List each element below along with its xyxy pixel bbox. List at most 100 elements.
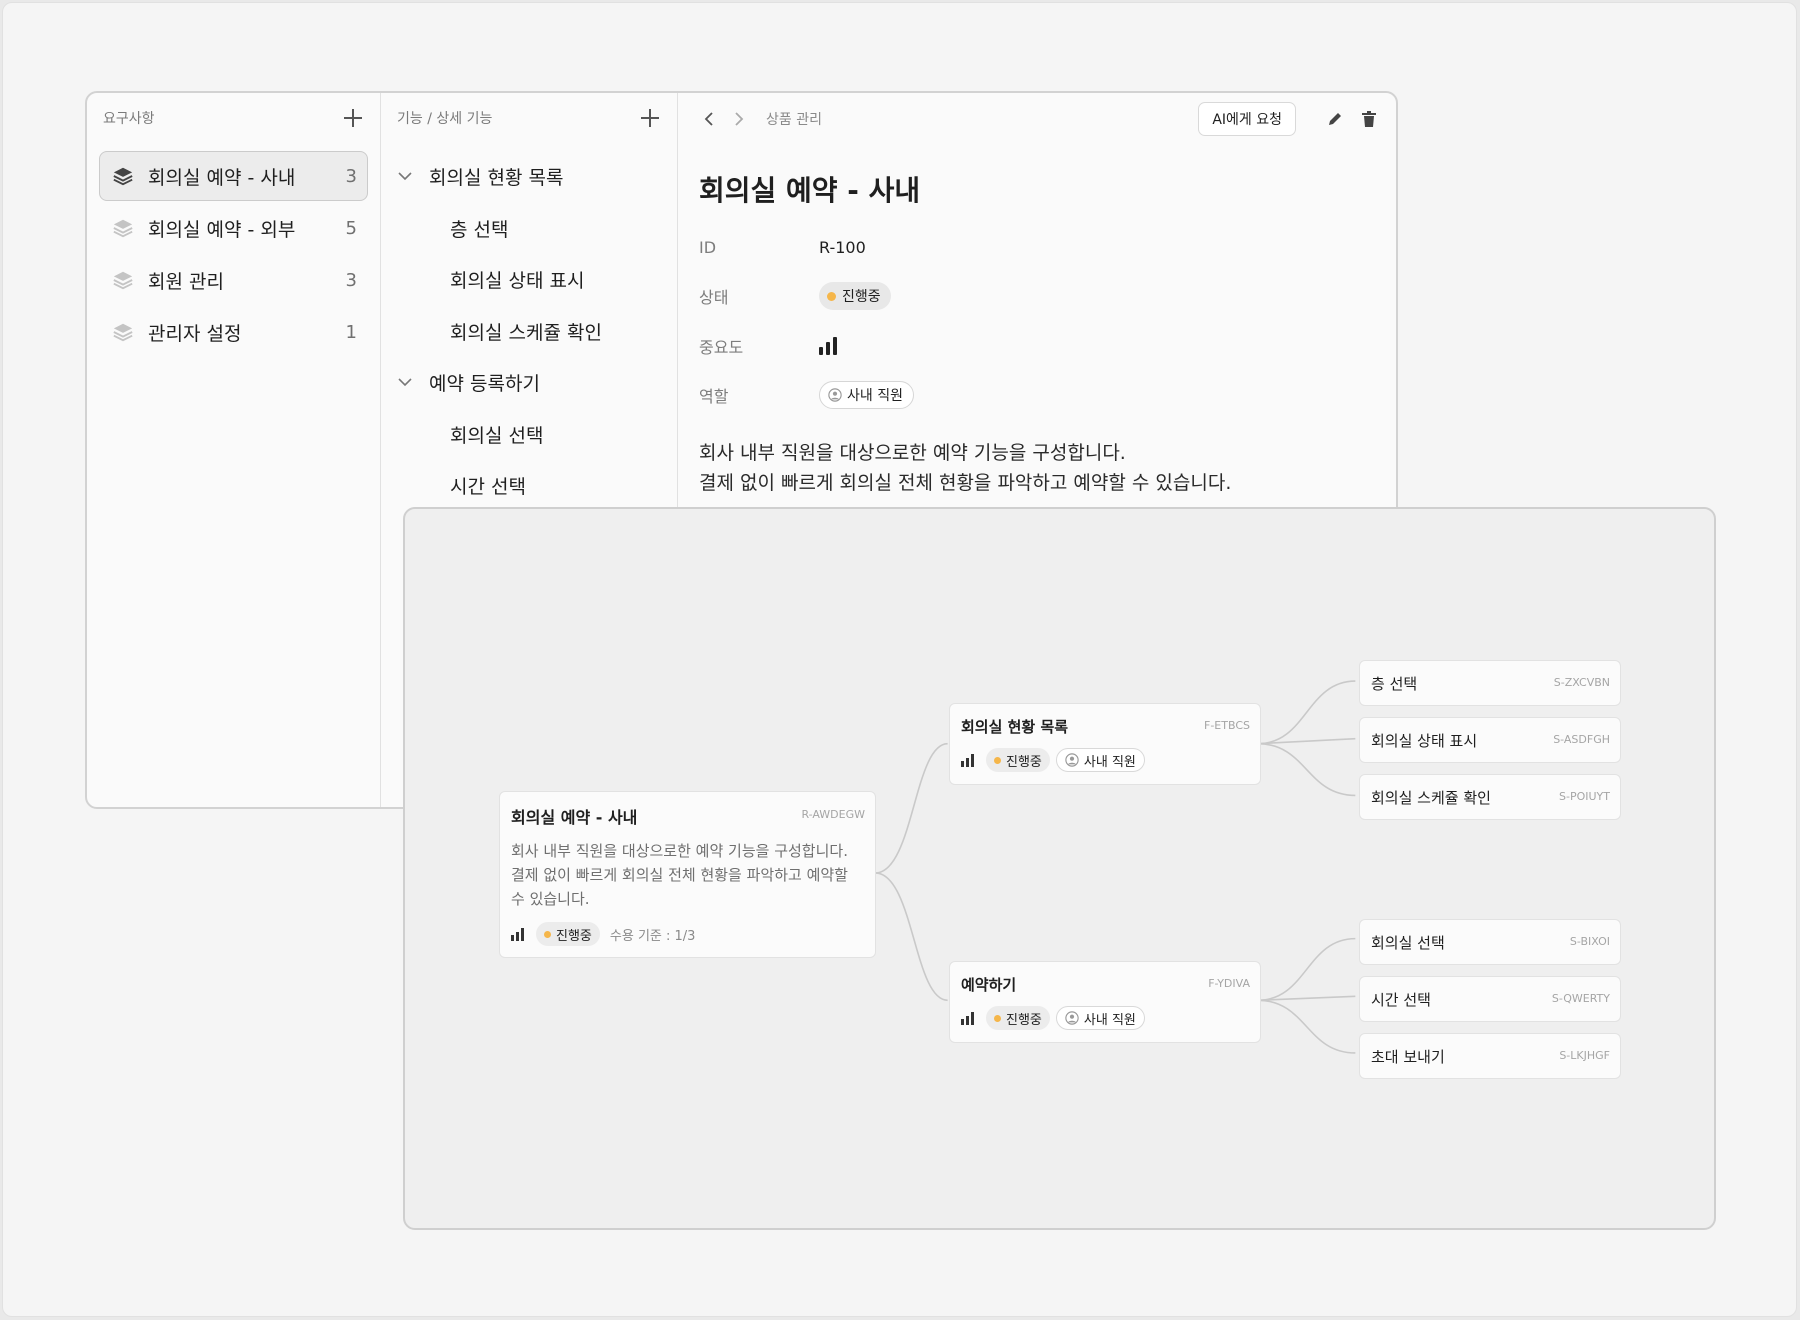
status-text: 진행중: [1006, 754, 1042, 770]
layers-icon: [113, 167, 133, 186]
requirements-panel: 요구사항 회의실 예약 - 사내 3 회의실 예약 - 외부 5 회원 관리 3…: [87, 93, 381, 807]
feature-group-row[interactable]: 예약 등록하기: [397, 357, 661, 409]
breadcrumb[interactable]: 상품 관리: [766, 109, 822, 129]
user-icon: [1065, 1011, 1079, 1025]
subfeature-row[interactable]: 회의실 상태 표시: [397, 254, 661, 306]
requirement-count: 3: [345, 269, 357, 291]
node-title: 층 선택: [1371, 675, 1418, 693]
subfeature-node-card[interactable]: 초대 보내기 S-LKJHGF: [1359, 1033, 1621, 1079]
node-title: 예약하기: [961, 976, 1017, 994]
feature-node-card[interactable]: 회의실 현황 목록 F-ETBCS 진행중 사내 직원: [949, 703, 1261, 785]
node-meta: 진행중 수용 기준 : 1/3: [511, 922, 695, 946]
field-status: 상태 진행중: [699, 280, 891, 312]
feature-mindmap-panel: 회의실 예약 - 사내 R-AWDEGW 회사 내부 직원을 대상으로한 예약 …: [403, 507, 1716, 1230]
trash-icon[interactable]: [1358, 108, 1380, 130]
requirement-item[interactable]: 관리자 설정 1: [99, 307, 368, 357]
back-arrow-icon[interactable]: [698, 108, 720, 130]
status-badge[interactable]: 진행중: [819, 282, 891, 310]
status-text: 진행중: [556, 928, 592, 944]
subfeature-label: 회의실 스케쥴 확인: [450, 321, 602, 344]
connector-line: [874, 872, 948, 1002]
subfeature-node-card[interactable]: 회의실 선택 S-BIXOI: [1359, 919, 1621, 965]
connector-line: [1257, 680, 1356, 745]
subfeature-row[interactable]: 시간 선택: [397, 460, 661, 512]
status-dot: [544, 930, 551, 938]
chevron-down-icon[interactable]: [397, 169, 413, 185]
subfeature-node-card[interactable]: 회의실 스케쥴 확인 S-POIUYT: [1359, 774, 1621, 820]
status-badge: 진행중: [536, 922, 600, 946]
node-code: S-BIXOI: [1569, 935, 1610, 948]
features-tree: 회의실 현황 목록 층 선택 회의실 상태 표시 회의실 스케쥴 확인 예약 등…: [397, 151, 661, 512]
subfeature-row[interactable]: 회의실 선택: [397, 409, 661, 461]
role-text: 사내 직원: [1083, 1012, 1136, 1028]
requirement-item[interactable]: 회원 관리 3: [99, 255, 368, 305]
node-title: 회의실 예약 - 사내: [511, 808, 638, 827]
layers-icon: [113, 219, 133, 238]
user-icon: [1065, 753, 1079, 767]
detail-title: 회의실 예약 - 사내: [699, 174, 921, 207]
requirement-item[interactable]: 회의실 예약 - 사내 3: [99, 151, 368, 201]
status-dot: [994, 756, 1001, 764]
status-dot: [827, 291, 836, 301]
node-title: 회의실 현황 목록: [961, 718, 1069, 736]
subfeature-label: 시간 선택: [450, 476, 526, 499]
add-requirement-icon[interactable]: [342, 107, 364, 129]
requirement-item[interactable]: 회의실 예약 - 외부 5: [99, 203, 368, 253]
detail-toolbar: 상품 관리 AI에게 요청: [698, 99, 1380, 139]
subfeature-node-card[interactable]: 시간 선택 S-QWERTY: [1359, 976, 1621, 1022]
status-dot: [994, 1014, 1001, 1022]
priority-bars-icon: [511, 927, 524, 941]
node-code: S-ASDFGH: [1553, 733, 1610, 746]
priority-bars-icon[interactable]: [819, 337, 837, 355]
ask-ai-button[interactable]: AI에게 요청: [1198, 102, 1296, 136]
node-description: 회사 내부 직원을 대상으로한 예약 기능을 구성합니다. 결제 없이 빠르게 …: [511, 842, 848, 908]
subfeature-node-card[interactable]: 층 선택 S-ZXCVBN: [1359, 660, 1621, 706]
subfeature-row[interactable]: 회의실 스케쥴 확인: [397, 306, 661, 358]
field-role: 역할 사내 직원: [699, 379, 914, 411]
edit-pencil-icon[interactable]: [1324, 108, 1346, 130]
subfeature-label: 회의실 선택: [450, 424, 544, 447]
requirement-label: 회원 관리: [148, 270, 224, 293]
node-code: F-YDIVA: [1208, 977, 1250, 990]
feature-node-card[interactable]: 예약하기 F-YDIVA 진행중 사내 직원: [949, 961, 1261, 1043]
node-meta: 진행중 사내 직원: [961, 1006, 1145, 1030]
node-code: S-ZXCVBN: [1553, 676, 1610, 689]
subfeature-node-card[interactable]: 회의실 상태 표시 S-ASDFGH: [1359, 717, 1621, 763]
layers-icon: [113, 271, 133, 290]
priority-bars-icon: [961, 1011, 974, 1025]
chevron-down-icon[interactable]: [397, 375, 413, 391]
requirement-label: 관리자 설정: [148, 322, 242, 345]
connector-line: [1257, 999, 1356, 1054]
features-header: 기능 / 상세 기능: [397, 103, 661, 133]
subfeature-label: 회의실 상태 표시: [450, 270, 585, 293]
feature-group-label: 회의실 현황 목록: [429, 167, 564, 190]
node-code: S-POIUYT: [1559, 790, 1610, 803]
requirement-count: 1: [345, 321, 357, 343]
subfeature-row[interactable]: 층 선택: [397, 203, 661, 255]
layers-icon: [113, 323, 133, 342]
user-icon: [828, 388, 842, 402]
requirement-node-card[interactable]: 회의실 예약 - 사내 R-AWDEGW 회사 내부 직원을 대상으로한 예약 …: [499, 791, 876, 958]
add-feature-icon[interactable]: [639, 107, 661, 129]
forward-arrow-icon[interactable]: [728, 108, 750, 130]
node-meta: 진행중 사내 직원: [961, 748, 1145, 772]
requirements-header: 요구사항: [103, 103, 364, 133]
feature-group-label: 예약 등록하기: [429, 373, 540, 396]
field-label: ID: [699, 237, 717, 257]
status-badge: 진행중: [986, 748, 1050, 772]
acceptance-criteria: 수용 기준 : 1/3: [609, 928, 696, 944]
requirement-label: 회의실 예약 - 사내: [148, 166, 296, 189]
node-code: R-AWDEGW: [801, 808, 865, 821]
feature-group-row[interactable]: 회의실 현황 목록: [397, 151, 661, 203]
requirement-count: 5: [345, 217, 357, 239]
role-badge[interactable]: 사내 직원: [819, 381, 914, 409]
node-title: 초대 보내기: [1371, 1048, 1445, 1066]
field-id: ID R-100: [699, 231, 866, 263]
field-value: R-100: [819, 237, 866, 257]
node-code: S-QWERTY: [1551, 992, 1610, 1005]
field-label: 상태: [699, 288, 729, 307]
requirement-count: 3: [345, 165, 357, 187]
description-line: 결제 없이 빠르게 회의실 전체 현황을 파악하고 예약할 수 있습니다.: [699, 472, 1232, 494]
connector-line: [874, 742, 948, 874]
requirements-list: 회의실 예약 - 사내 3 회의실 예약 - 외부 5 회원 관리 3 관리자 …: [99, 151, 368, 359]
